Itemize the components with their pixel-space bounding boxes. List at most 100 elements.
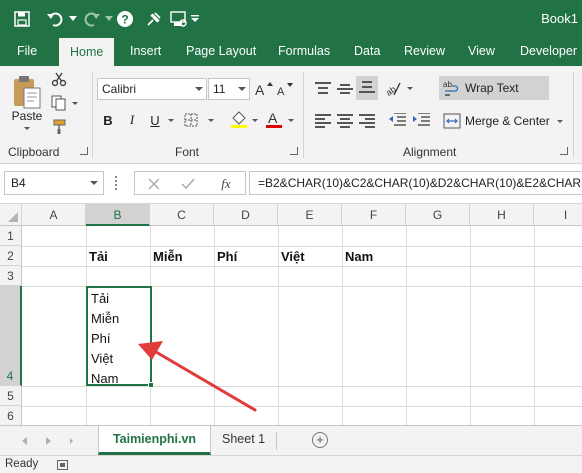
decrease-font-size-icon[interactable]: A: [276, 79, 296, 99]
help-icon[interactable]: ?: [114, 0, 136, 37]
next-sheet-icon[interactable]: [46, 437, 51, 445]
font-launcher-icon[interactable]: [290, 147, 298, 155]
fill-color-dropdown-icon[interactable]: [252, 119, 258, 122]
row-header-1[interactable]: 1: [0, 226, 22, 246]
borders-dropdown-icon[interactable]: [208, 119, 214, 122]
tab-insert[interactable]: Insert: [130, 37, 161, 66]
row-header-6[interactable]: 6: [0, 406, 22, 425]
increase-font-size-icon[interactable]: A: [254, 79, 274, 99]
fill-handle[interactable]: [148, 382, 154, 388]
tab-file[interactable]: File: [17, 37, 37, 66]
cell-b4-line: Phí: [91, 331, 111, 346]
align-right-icon[interactable]: [359, 114, 375, 128]
column-header-f[interactable]: F: [342, 204, 406, 226]
tab-view[interactable]: View: [468, 37, 495, 66]
font-size-value: 11: [213, 82, 226, 96]
orientation-icon[interactable]: ab: [383, 78, 403, 98]
column-header-c[interactable]: C: [150, 204, 214, 226]
insert-function-button[interactable]: fx: [215, 175, 237, 193]
font-color-dropdown-icon[interactable]: [288, 119, 294, 122]
font-size-combo[interactable]: 11: [208, 78, 250, 100]
svg-text:A: A: [255, 82, 265, 97]
column-header-b[interactable]: B: [86, 204, 150, 226]
font-name-combo[interactable]: Calibri: [97, 78, 207, 100]
previous-sheet-icon[interactable]: [22, 437, 27, 445]
cell-e2[interactable]: Việt: [281, 249, 305, 264]
worksheet-grid[interactable]: A B C D E F G H I 1 2 3 4 5 6 Tải Miễn P…: [0, 204, 582, 425]
bottom-align-icon[interactable]: [356, 76, 378, 100]
formula-input[interactable]: =B2&CHAR(10)&C2&CHAR(10)&D2&CHAR(10)&E2&…: [249, 171, 582, 195]
group-divider: [303, 72, 304, 158]
italic-button[interactable]: I: [123, 110, 141, 130]
print-preview-icon[interactable]: [168, 0, 190, 37]
redo-icon[interactable]: [80, 0, 104, 37]
orientation-dropdown-icon[interactable]: [407, 87, 413, 90]
clipboard-launcher-icon[interactable]: [80, 147, 88, 155]
undo-dropdown-icon[interactable]: [68, 0, 78, 37]
font-name-dropdown-icon[interactable]: [195, 87, 203, 91]
middle-align-icon[interactable]: [337, 82, 353, 96]
underline-button[interactable]: U: [146, 110, 164, 130]
align-left-icon[interactable]: [315, 114, 331, 128]
name-box[interactable]: B4: [4, 171, 104, 195]
copy-icon[interactable]: [49, 94, 69, 112]
merge-center-button[interactable]: Merge & Center: [439, 109, 553, 133]
column-header-g[interactable]: G: [406, 204, 470, 226]
tab-page-layout[interactable]: Page Layout: [186, 37, 256, 66]
tab-data[interactable]: Data: [354, 37, 380, 66]
row-header-4[interactable]: 4: [0, 286, 22, 386]
cell-b4[interactable]: Tải Miễn Phí Việt Nam: [86, 286, 154, 388]
pin-icon[interactable]: [143, 0, 165, 37]
alignment-launcher-icon[interactable]: [560, 147, 568, 155]
enter-icon[interactable]: [179, 175, 197, 193]
cell-b2[interactable]: Tải: [89, 249, 108, 264]
sheet-tab-taimienphi[interactable]: Taimienphi.vn: [98, 426, 211, 455]
cut-icon[interactable]: [49, 70, 69, 88]
customize-quick-access-icon[interactable]: [190, 0, 200, 37]
increase-indent-icon[interactable]: [410, 110, 432, 130]
font-size-dropdown-icon[interactable]: [238, 87, 246, 91]
sheet-menu-icon[interactable]: [70, 438, 73, 444]
row-header-5[interactable]: 5: [0, 386, 22, 406]
format-painter-icon[interactable]: [49, 118, 69, 136]
merge-center-label: Merge & Center: [465, 114, 550, 128]
paste-icon[interactable]: [8, 72, 46, 112]
wrap-text-button[interactable]: ab Wrap Text: [439, 76, 549, 100]
undo-icon[interactable]: [42, 0, 68, 37]
column-header-h[interactable]: H: [470, 204, 534, 226]
top-align-icon[interactable]: [315, 82, 331, 96]
name-box-dropdown-icon[interactable]: [90, 181, 98, 185]
select-all-corner[interactable]: [0, 204, 22, 226]
cell-c2[interactable]: Miễn: [153, 249, 183, 264]
align-center-icon[interactable]: [337, 114, 353, 128]
save-icon[interactable]: [10, 0, 34, 37]
cell-d2[interactable]: Phí: [217, 249, 237, 264]
tab-home[interactable]: Home: [59, 38, 115, 66]
row-header-2[interactable]: 2: [0, 246, 22, 266]
sheet-tab-sheet1[interactable]: Sheet 1: [222, 426, 265, 455]
underline-dropdown-icon[interactable]: [168, 119, 174, 122]
tab-review[interactable]: Review: [404, 37, 445, 66]
paste-dropdown-icon[interactable]: [24, 127, 30, 130]
tab-formulas[interactable]: Formulas: [278, 37, 330, 66]
fill-color-icon[interactable]: [228, 108, 250, 130]
font-color-icon[interactable]: A: [263, 108, 285, 130]
bold-button[interactable]: B: [99, 110, 117, 130]
borders-icon[interactable]: [181, 110, 201, 130]
cell-f2[interactable]: Nam: [345, 249, 373, 264]
resize-handle-icon[interactable]: [115, 176, 118, 190]
paste-button[interactable]: Paste: [10, 108, 44, 124]
decrease-indent-icon[interactable]: [386, 110, 408, 130]
column-header-i[interactable]: I: [534, 204, 582, 226]
redo-dropdown-icon[interactable]: [104, 0, 114, 37]
macro-record-icon[interactable]: [57, 460, 68, 470]
merge-center-dropdown-icon[interactable]: [557, 120, 563, 123]
column-header-d[interactable]: D: [214, 204, 278, 226]
column-header-e[interactable]: E: [278, 204, 342, 226]
tab-developer[interactable]: Developer: [520, 37, 577, 66]
new-sheet-button[interactable]: +: [312, 432, 328, 448]
cancel-icon[interactable]: [145, 175, 163, 193]
copy-dropdown-icon[interactable]: [72, 102, 78, 105]
row-header-3[interactable]: 3: [0, 266, 22, 286]
column-header-a[interactable]: A: [22, 204, 86, 226]
